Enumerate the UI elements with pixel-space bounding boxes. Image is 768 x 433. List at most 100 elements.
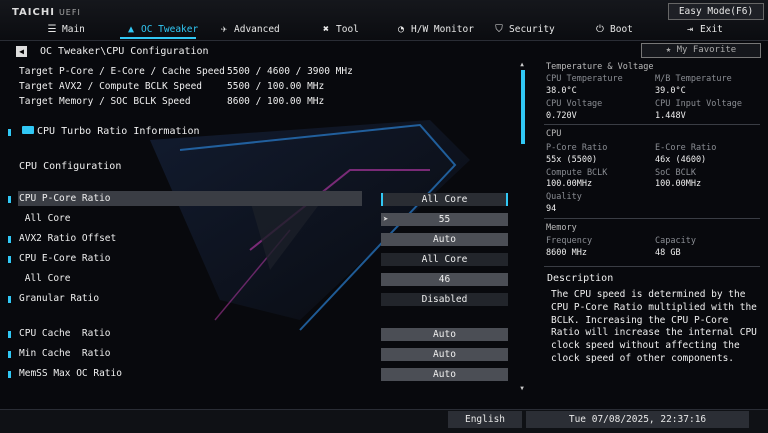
ecore-ratio-label: E-Core Ratio — [655, 143, 717, 153]
setting-value[interactable]: Auto — [381, 348, 508, 361]
power-icon: ⏻ — [596, 24, 604, 35]
cpu-temp-value: 38.0°C — [546, 86, 577, 96]
easy-mode-button[interactable]: Easy Mode(F6) — [668, 3, 764, 20]
temp-voltage-heading: Temperature & Voltage — [546, 62, 654, 72]
section-title: CPU Configuration — [19, 161, 122, 172]
setting-value[interactable]: Disabled — [381, 293, 508, 306]
setting-label[interactable]: All Core — [19, 273, 71, 284]
mb-temp-value: 39.0°C — [655, 86, 686, 96]
target-info-value: 5500 / 100.00 MHz — [227, 81, 325, 92]
setting-label[interactable]: Granular Ratio — [19, 293, 99, 304]
quality-value: 94 — [546, 204, 557, 214]
menu-icon: ☰ — [47, 24, 57, 35]
monitor-gauge-icon: ◔ — [397, 24, 405, 35]
tab-hw-monitor[interactable]: ◔ H/W Monitor — [395, 23, 474, 37]
scrollbar-thumb[interactable] — [521, 70, 525, 144]
setting-label[interactable]: CPU E-Core Ratio — [19, 253, 111, 264]
compute-bclk-value: 100.00MHz — [546, 179, 593, 189]
cpu-temp-label: CPU Temperature — [546, 74, 623, 84]
cpu-input-voltage-value: 1.448V — [655, 111, 686, 121]
brand-name: TAICHI — [12, 7, 55, 18]
tab-oc-tweaker[interactable]: ▲ OC Tweaker — [125, 23, 198, 37]
target-info-label: Target AVX2 / Compute BCLK Speed — [19, 81, 203, 92]
plane-icon: ✈ — [220, 24, 228, 35]
tab-boot[interactable]: ⏻ Boot — [594, 23, 633, 37]
language-button[interactable]: English — [448, 411, 522, 428]
setting-value[interactable]: Auto — [381, 368, 508, 381]
panel-divider — [544, 124, 760, 125]
setting-label[interactable]: AVX2 Ratio Offset — [19, 233, 116, 244]
tab-main-label: Main — [62, 24, 85, 35]
panel-divider — [544, 218, 760, 219]
item-marker — [8, 256, 11, 263]
panel-divider — [544, 266, 760, 267]
setting-label[interactable]: All Core — [19, 213, 71, 224]
tab-exit[interactable]: ⇥ Exit — [684, 23, 723, 37]
datetime-display: Tue 07/08/2025, 22:37:16 — [526, 411, 749, 428]
breadcrumb: OC Tweaker\CPU Configuration — [40, 46, 209, 57]
item-marker — [8, 351, 11, 358]
tab-tool-label: Tool — [336, 24, 359, 35]
setting-value[interactable]: Auto — [381, 328, 508, 341]
tab-boot-label: Boot — [610, 24, 633, 35]
mb-temp-label: M/B Temperature — [655, 74, 732, 84]
soc-bclk-value: 100.00MHz — [655, 179, 702, 189]
cpu-input-voltage-label: CPU Input Voltage — [655, 99, 742, 109]
setting-value[interactable]: 55 — [381, 213, 508, 226]
compute-bclk-label: Compute BCLK — [546, 168, 608, 178]
exit-door-icon: ⇥ — [686, 24, 694, 35]
memory-capacity-label: Capacity — [655, 236, 696, 246]
setting-value[interactable]: Auto — [381, 233, 508, 246]
tab-security-label: Security — [509, 24, 555, 35]
description-title: Description — [547, 273, 614, 284]
active-tab-indicator — [120, 37, 196, 39]
mouse-cursor-icon: ➤ — [383, 215, 389, 225]
setting-label[interactable]: CPU P-Core Ratio — [19, 193, 111, 204]
cpu-voltage-value: 0.720V — [546, 111, 577, 121]
target-info-value: 8600 / 100.00 MHz — [227, 96, 325, 107]
setting-value[interactable]: All Core — [381, 193, 508, 206]
item-marker — [8, 296, 11, 303]
tab-oc-tweaker-label: OC Tweaker — [141, 24, 199, 35]
item-marker — [8, 371, 11, 378]
target-info-value: 5500 / 4600 / 3900 MHz — [227, 66, 353, 77]
setting-value[interactable]: All Core — [381, 253, 508, 266]
tab-security[interactable]: ⛉ Security — [493, 23, 555, 37]
brand-logo: TAICHI UEFI — [12, 7, 81, 18]
tools-icon: ✖ — [322, 24, 330, 35]
tab-tool[interactable]: ✖ Tool — [320, 23, 359, 37]
scroll-down-arrow-icon[interactable]: ▼ — [519, 386, 525, 392]
memory-capacity-value: 48 GB — [655, 248, 681, 258]
item-marker — [8, 129, 11, 136]
target-info-label: Target P-Core / E-Core / Cache Speed — [19, 66, 225, 77]
tab-main[interactable]: ☰ Main — [46, 23, 85, 37]
tab-advanced-label: Advanced — [234, 24, 280, 35]
back-arrow-icon: ◀ — [19, 47, 24, 56]
item-marker — [8, 196, 11, 203]
description-text: The CPU speed is determined by the CPU P… — [551, 289, 757, 364]
ecore-ratio-value: 46x (4600) — [655, 155, 707, 165]
memory-frequency-label: Frequency — [546, 236, 593, 246]
soc-bclk-label: SoC BCLK — [655, 168, 696, 178]
pcore-ratio-label: P-Core Ratio — [546, 143, 608, 153]
brand-sub: UEFI — [58, 8, 81, 17]
scroll-up-arrow-icon[interactable]: ▲ — [519, 62, 525, 68]
tab-exit-label: Exit — [700, 24, 723, 35]
memory-heading: Memory — [546, 223, 577, 233]
setting-label[interactable]: CPU Cache Ratio — [19, 328, 111, 339]
item-marker — [8, 236, 11, 243]
quality-label: Quality — [546, 192, 582, 202]
cpu-heading: CPU — [546, 129, 562, 139]
setting-label[interactable]: MemSS Max OC Ratio — [19, 368, 122, 379]
setting-label[interactable]: Min Cache Ratio — [19, 348, 111, 359]
setting-value[interactable]: 46 — [381, 273, 508, 286]
my-favorite-button[interactable]: ★ My Favorite — [641, 43, 761, 58]
tab-hw-monitor-label: H/W Monitor — [411, 24, 474, 35]
tab-advanced[interactable]: ✈ Advanced — [218, 23, 280, 37]
back-button[interactable]: ◀ — [16, 46, 27, 57]
pcore-ratio-value: 55x (5500) — [546, 155, 598, 165]
target-info-label: Target Memory / SOC BCLK Speed — [19, 96, 191, 107]
cpu-turbo-ratio-label: CPU Turbo Ratio Information — [37, 126, 200, 137]
cpu-turbo-ratio-link[interactable]: CPU Turbo Ratio Information — [8, 126, 200, 137]
folder-icon — [22, 126, 34, 134]
